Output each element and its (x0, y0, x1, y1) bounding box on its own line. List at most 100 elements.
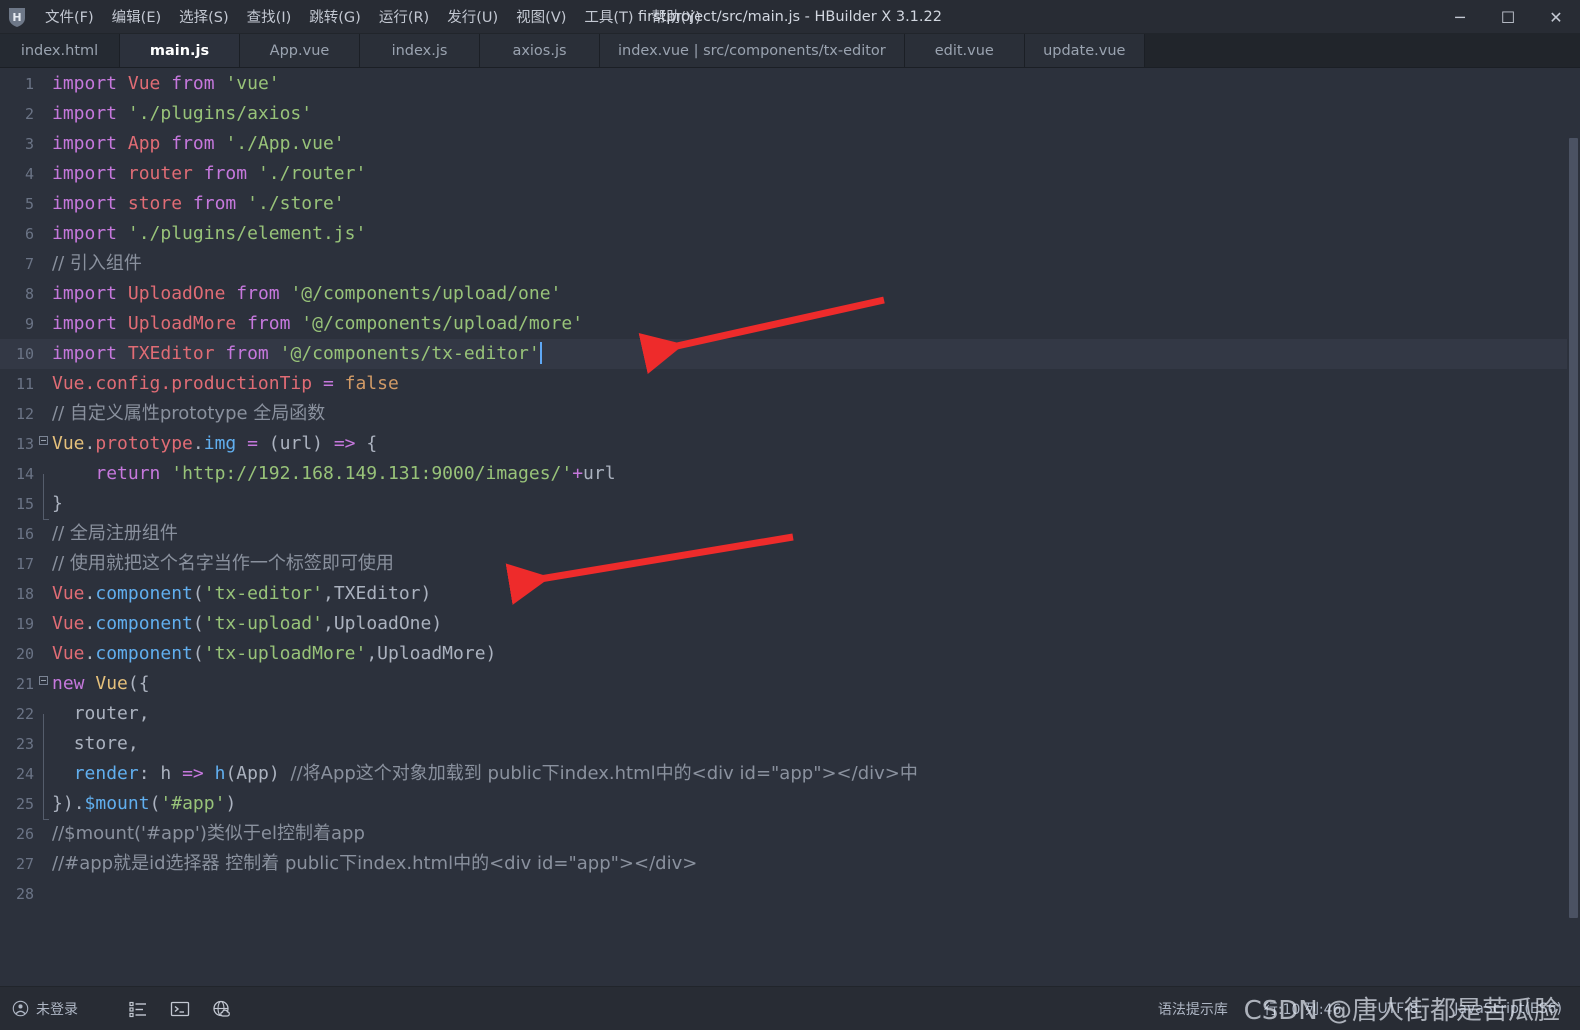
line-content: import TXEditor from '@/components/tx-ed… (52, 343, 540, 364)
tab-index-js[interactable]: index.js (360, 34, 480, 67)
code-line[interactable]: 5 import store from './store' (0, 189, 1580, 219)
line-content: import './plugins/axios' (52, 103, 313, 124)
code-line[interactable]: 6 import './plugins/element.js' (0, 219, 1580, 249)
line-number: 27 (15, 855, 34, 873)
window-controls: ─ ☐ ✕ (1436, 0, 1580, 33)
menu-publish[interactable]: 发行(U) (438, 2, 507, 31)
line-content: // 全局注册组件 (52, 523, 178, 544)
scrollbar-thumb[interactable] (1569, 138, 1578, 918)
code-editor[interactable]: 1 import Vue from 'vue' 2 import './plug… (0, 69, 1580, 986)
code-line[interactable]: 4 import router from './router' (0, 159, 1580, 189)
code-line[interactable]: 20 Vue.component('tx-uploadMore',UploadM… (0, 639, 1580, 669)
line-content: // 引入组件 (52, 253, 142, 274)
line-number: 23 (15, 735, 34, 753)
code-line[interactable]: 2 import './plugins/axios' (0, 99, 1580, 129)
tab-index-html[interactable]: index.html (0, 34, 120, 67)
line-number: 7 (24, 255, 34, 273)
line-content: Vue.component('tx-editor',TXEditor) (52, 583, 432, 604)
outline-list-icon[interactable] (128, 999, 148, 1019)
line-number: 9 (24, 315, 34, 333)
code-line[interactable]: 19 Vue.component('tx-upload',UploadOne) (0, 609, 1580, 639)
line-content: import UploadOne from '@/components/uplo… (52, 283, 562, 304)
status-tool-icons (128, 999, 232, 1019)
line-content: router, (73, 703, 150, 724)
line-number: 18 (15, 585, 34, 603)
line-number: 22 (15, 705, 34, 723)
menu-select[interactable]: 选择(S) (170, 2, 238, 31)
code-line[interactable]: 25 }).$mount('#app') (0, 789, 1580, 820)
menu-edit[interactable]: 编辑(E) (103, 2, 170, 31)
line-number: 4 (24, 165, 34, 183)
globe-cloud-icon[interactable] (212, 999, 232, 1019)
menu-tools[interactable]: 工具(T) (575, 2, 642, 31)
menu-view[interactable]: 视图(V) (507, 2, 575, 31)
menu-bar: 文件(F) 编辑(E) 选择(S) 查找(I) 跳转(G) 运行(R) 发行(U… (36, 0, 710, 33)
line-content: }).$mount('#app') (52, 793, 237, 814)
line-number: 6 (24, 225, 34, 243)
encoding-label[interactable]: UTF-8 (1377, 1001, 1418, 1017)
line-number: 12 (15, 405, 34, 423)
hbuilder-logo-icon: H (6, 6, 28, 28)
tab-axios-js[interactable]: axios.js (480, 34, 600, 67)
cursor-position[interactable]: 行:10 列:46 (1264, 999, 1342, 1019)
line-number: 5 (24, 195, 34, 213)
line-number: 24 (15, 765, 34, 783)
line-number: 28 (15, 885, 34, 903)
tab-main-js[interactable]: main.js (120, 34, 240, 67)
tab-update-vue[interactable]: update.vue (1024, 34, 1145, 67)
line-content: import store from './store' (52, 193, 345, 214)
fold-marker-collapsible[interactable] (36, 429, 50, 459)
maximize-button[interactable]: ☐ (1484, 0, 1532, 34)
code-line[interactable]: 3 import App from './App.vue' (0, 129, 1580, 159)
line-content: Vue.component('tx-uploadMore',UploadMore… (52, 643, 497, 664)
code-line[interactable]: 28 (0, 879, 1580, 909)
menu-run[interactable]: 运行(R) (370, 2, 438, 31)
menu-file[interactable]: 文件(F) (36, 2, 103, 31)
code-line[interactable]: 17 // 使用就把这个名字当作一个标签即可使用 (0, 549, 1580, 579)
user-circle-icon (12, 1000, 29, 1017)
fold-marker-collapsible[interactable] (36, 669, 50, 699)
terminal-icon[interactable] (170, 999, 190, 1019)
code-line[interactable]: 16 // 全局注册组件 (0, 519, 1580, 549)
code-line[interactable]: 15 } (0, 489, 1580, 520)
line-content: //#app就是id选择器 控制着 public下index.html中的<di… (52, 853, 698, 874)
tab-app-vue[interactable]: App.vue (240, 34, 360, 67)
close-button[interactable]: ✕ (1532, 0, 1580, 34)
code-line[interactable]: 1 import Vue from 'vue' (0, 69, 1580, 99)
code-line[interactable]: 12 // 自定义属性prototype 全局函数 (0, 399, 1580, 429)
code-line[interactable]: 8 import UploadOne from '@/components/up… (0, 279, 1580, 309)
syntax-hint-label[interactable]: 语法提示库 (1158, 999, 1228, 1019)
line-number: 26 (15, 825, 34, 843)
code-lines[interactable]: 1 import Vue from 'vue' 2 import './plug… (0, 69, 1580, 986)
code-line[interactable]: 26 //$mount('#app')类似于el控制着app (0, 819, 1580, 849)
line-content: import App from './App.vue' (52, 133, 345, 154)
code-line[interactable]: 14 return 'http://192.168.149.131:9000/i… (0, 459, 1580, 504)
code-line[interactable]: 18 Vue.component('tx-editor',TXEditor) (0, 579, 1580, 609)
code-line[interactable]: 11 Vue.config.productionTip = false (0, 369, 1580, 399)
line-content: store, (73, 733, 139, 754)
line-number: 3 (24, 135, 34, 153)
tab-index-vue[interactable]: index.vue | src/components/tx-editor (600, 34, 905, 67)
code-line[interactable]: 23 store, (0, 729, 1580, 774)
code-line[interactable]: 22 router, (0, 699, 1580, 744)
language-mode[interactable]: JavaScript(ES6) (1454, 1001, 1562, 1017)
line-content: } (52, 493, 63, 514)
line-number: 21 (15, 675, 34, 693)
code-line[interactable]: 9 import UploadMore from '@/components/u… (0, 309, 1580, 339)
menu-goto[interactable]: 跳转(G) (300, 2, 370, 31)
code-line-current[interactable]: 10 import TXEditor from '@/components/tx… (0, 339, 1580, 369)
code-line[interactable]: 24 render: h => h(App) //将App这个对象加载到 pub… (0, 759, 1580, 804)
code-line[interactable]: 13 Vue.prototype.img = (url) => { (0, 429, 1580, 459)
code-line[interactable]: 27 //#app就是id选择器 控制着 public下index.html中的… (0, 849, 1580, 879)
tab-edit-vue[interactable]: edit.vue (904, 34, 1025, 67)
vertical-scrollbar[interactable] (1567, 138, 1580, 942)
line-content: Vue.prototype.img = (url) => { (52, 433, 378, 454)
minimize-button[interactable]: ─ (1436, 0, 1484, 34)
line-content: import Vue from 'vue' (52, 73, 280, 94)
login-status[interactable]: 未登录 (12, 999, 78, 1019)
menu-help[interactable]: 帮助(Y) (643, 2, 710, 31)
menu-find[interactable]: 查找(I) (238, 2, 301, 31)
line-number: 17 (15, 555, 34, 573)
code-line[interactable]: 21 new Vue({ (0, 669, 1580, 699)
code-line[interactable]: 7 // 引入组件 (0, 249, 1580, 279)
